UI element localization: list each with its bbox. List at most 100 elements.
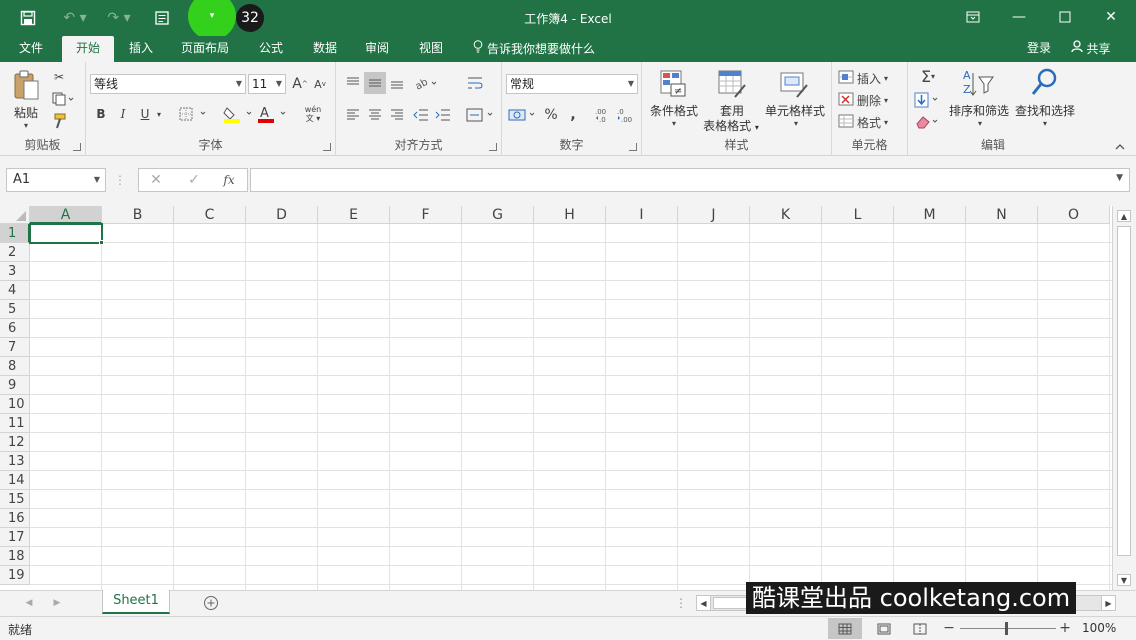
page-layout-view-icon[interactable] (870, 618, 898, 639)
decrease-decimal-icon[interactable]: .0.00 (616, 104, 636, 126)
fill-color-icon[interactable] (222, 104, 256, 124)
maximize-button[interactable] (1050, 4, 1080, 30)
align-left-icon[interactable] (342, 104, 364, 126)
row-header-3[interactable]: 3 (0, 262, 30, 281)
prev-sheet-icon[interactable]: ◀ (22, 595, 36, 611)
row-header-5[interactable]: 5 (0, 300, 30, 319)
row-header-17[interactable]: 17 (0, 528, 30, 547)
formula-bar-grip[interactable]: ⋮ (114, 170, 126, 190)
row-header-6[interactable]: 6 (0, 319, 30, 338)
alignment-launcher-icon[interactable] (489, 143, 497, 151)
row-header-12[interactable]: 12 (0, 433, 30, 452)
grow-font-icon[interactable]: A ^ (292, 74, 308, 94)
cancel-entry-icon[interactable]: ✕ (146, 170, 166, 190)
column-header-n[interactable]: N (966, 206, 1038, 224)
shrink-font-icon[interactable]: Av (312, 74, 328, 94)
zoom-in-button[interactable]: + (1058, 619, 1072, 637)
close-button[interactable]: ✕ (1096, 4, 1126, 30)
conditional-format-label[interactable]: 条件格式 (646, 102, 702, 119)
align-bottom-icon[interactable] (386, 72, 408, 94)
format-cells-button[interactable]: 格式 ▾ (838, 112, 904, 132)
tab-file[interactable]: 文件 (8, 36, 54, 62)
row-header-18[interactable]: 18 (0, 547, 30, 566)
paste-label[interactable]: 粘贴 (8, 104, 44, 121)
collapse-ribbon-icon[interactable] (1112, 140, 1128, 154)
sort-filter-icon[interactable]: AZ (960, 66, 996, 100)
column-header-j[interactable]: J (678, 206, 750, 224)
currency-icon[interactable] (506, 104, 540, 126)
format-painter-icon[interactable] (50, 112, 68, 130)
zoom-slider-thumb[interactable] (1005, 622, 1008, 635)
login-link[interactable]: 登录 (1020, 36, 1058, 62)
fill-icon[interactable] (912, 90, 944, 110)
clear-icon[interactable] (912, 112, 944, 132)
wrap-text-icon[interactable] (464, 72, 486, 94)
tab-view[interactable]: 视图 (408, 36, 454, 62)
align-middle-icon[interactable] (364, 72, 386, 94)
insert-cells-button[interactable]: 插入 ▾ (838, 68, 904, 88)
tab-insert[interactable]: 插入 (118, 36, 164, 62)
row-header-2[interactable]: 2 (0, 243, 30, 262)
column-header-g[interactable]: G (462, 206, 534, 224)
row-header-10[interactable]: 10 (0, 395, 30, 414)
column-header-e[interactable]: E (318, 206, 390, 224)
comma-button[interactable]: , (564, 104, 582, 126)
font-launcher-icon[interactable] (323, 143, 331, 151)
expand-formula-icon[interactable]: ▼ (1116, 173, 1123, 183)
column-header-l[interactable]: L (822, 206, 894, 224)
select-all-button[interactable] (0, 206, 30, 224)
underline-button[interactable]: U (136, 104, 154, 124)
add-sheet-icon[interactable] (202, 594, 220, 612)
sheet-tab-sheet1[interactable]: Sheet1 (102, 590, 170, 614)
normal-view-icon[interactable] (828, 618, 862, 639)
orientation-icon[interactable]: ab (412, 72, 442, 94)
scroll-thumb[interactable] (1117, 226, 1131, 556)
zoom-slider[interactable] (960, 628, 1056, 629)
font-color-icon[interactable]: A (256, 104, 290, 124)
find-select-icon[interactable] (1026, 66, 1062, 100)
clipboard-launcher-icon[interactable] (73, 143, 81, 151)
vertical-scrollbar[interactable]: ▲ ▼ (1112, 206, 1136, 590)
italic-button[interactable]: I (114, 104, 132, 124)
scroll-left-icon[interactable]: ◀ (697, 596, 711, 610)
cut-icon[interactable]: ✂ (50, 68, 68, 86)
tab-page-layout[interactable]: 页面布局 (172, 36, 238, 62)
row-header-11[interactable]: 11 (0, 414, 30, 433)
delete-cells-button[interactable]: 删除 ▾ (838, 90, 904, 110)
chevron-down-icon[interactable]: ▾ (1039, 118, 1051, 128)
row-header-13[interactable]: 13 (0, 452, 30, 471)
active-cell-a1[interactable] (29, 223, 103, 244)
sort-filter-label[interactable]: 排序和筛选 (944, 102, 1014, 119)
row-header-16[interactable]: 16 (0, 509, 30, 528)
column-header-i[interactable]: I (606, 206, 678, 224)
decrease-indent-icon[interactable] (410, 104, 432, 126)
scroll-down-icon[interactable]: ▼ (1117, 574, 1131, 586)
row-header-1[interactable]: 1 (0, 224, 30, 243)
row-header-14[interactable]: 14 (0, 471, 30, 490)
column-header-k[interactable]: K (750, 206, 822, 224)
chevron-down-icon[interactable]: ▾ (790, 118, 802, 128)
column-header-o[interactable]: O (1038, 206, 1110, 224)
fill-handle[interactable] (99, 240, 104, 245)
align-top-icon[interactable] (342, 72, 364, 94)
ribbon-display-icon[interactable] (958, 4, 988, 30)
row-header-8[interactable]: 8 (0, 357, 30, 376)
tell-me-box[interactable]: 告诉我你想要做什么 (466, 36, 602, 62)
font-name-select[interactable]: 等线 ▼ (90, 74, 246, 94)
align-right-icon[interactable] (386, 104, 408, 126)
format-as-table-icon[interactable] (716, 68, 748, 100)
column-header-b[interactable]: B (102, 206, 174, 224)
format-as-table-label-2[interactable]: 表格格式 ▾ (698, 117, 764, 134)
number-format-select[interactable]: 常规 ▼ (506, 74, 638, 94)
number-launcher-icon[interactable] (629, 143, 637, 151)
phonetic-icon[interactable]: wén 文 ▾ (296, 102, 330, 126)
paste-dropdown-icon[interactable]: ▾ (20, 120, 32, 130)
copy-icon[interactable] (50, 90, 76, 108)
insert-function-icon[interactable]: fx (218, 170, 240, 190)
next-sheet-icon[interactable]: ▶ (50, 595, 64, 611)
share-button[interactable]: 共享 (1062, 36, 1120, 62)
zoom-level[interactable]: 100% (1082, 621, 1116, 635)
underline-dropdown-icon[interactable]: ▾ (154, 104, 164, 124)
row-header-7[interactable]: 7 (0, 338, 30, 357)
scroll-up-icon[interactable]: ▲ (1117, 210, 1131, 222)
